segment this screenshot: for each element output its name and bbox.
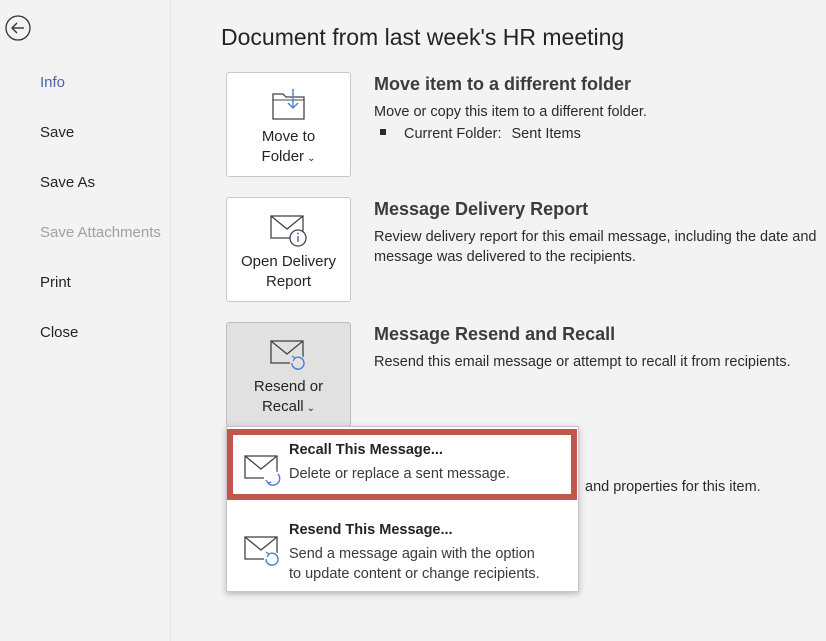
delivery-report-icon	[270, 215, 307, 247]
resend-or-recall-label: Resend or Recall ⌄	[253, 378, 324, 415]
chevron-down-icon: ⌄	[307, 153, 316, 164]
move-to-folder-button[interactable]: Move to Folder ⌄	[226, 72, 351, 177]
resend-message-item[interactable]: Resend This Message... Send a message ag…	[227, 507, 578, 591]
resend-description: Resend this email message or attempt to …	[374, 354, 791, 370]
resend-message-title: Resend This Message...	[289, 522, 453, 538]
resend-icon	[244, 536, 280, 567]
back-arrow-icon[interactable]	[5, 15, 31, 41]
open-delivery-report-button[interactable]: Open Delivery Report	[226, 197, 351, 302]
current-folder-line: Current Folder: Sent Items	[380, 126, 581, 142]
recall-message-item[interactable]: Recall This Message... Delete or replace…	[227, 427, 578, 505]
move-to-folder-label: Move to Folder ⌄	[261, 128, 316, 165]
recall-message-desc: Delete or replace a sent message.	[289, 466, 510, 482]
move-folder-icon	[272, 89, 305, 120]
sidebar-item-close[interactable]: Close	[40, 324, 78, 341]
resend-recall-menu: Recall This Message... Delete or replace…	[226, 426, 579, 592]
backstage-sidebar: Info Save Save As Save Attachments Print…	[0, 0, 171, 641]
sidebar-item-print[interactable]: Print	[40, 274, 71, 291]
chevron-down-icon: ⌄	[306, 403, 316, 414]
sidebar-item-save-attachments: Save Attachments	[40, 224, 161, 241]
recall-icon	[244, 455, 281, 486]
recall-message-title: Recall This Message...	[289, 442, 443, 458]
resend-recall-icon	[270, 340, 306, 371]
move-description: Move or copy this item to a different fo…	[374, 104, 647, 120]
page-title: Document from last week's HR meeting	[221, 24, 625, 50]
properties-text: and properties for this item.	[585, 479, 761, 495]
move-heading: Move item to a different folder	[374, 74, 632, 94]
resend-heading: Message Resend and Recall	[374, 324, 616, 344]
sidebar-item-save[interactable]: Save	[40, 124, 74, 141]
bullet-icon	[380, 129, 386, 136]
delivery-description: Review delivery report for this email me…	[374, 229, 817, 265]
delivery-heading: Message Delivery Report	[374, 199, 589, 219]
sidebar-item-info[interactable]: Info	[40, 74, 65, 91]
open-delivery-report-label: Open Delivery Report	[240, 253, 337, 290]
resend-or-recall-button[interactable]: Resend or Recall ⌄	[226, 322, 351, 427]
resend-message-desc: Send a message again with the option to …	[289, 546, 540, 582]
sidebar-item-save-as[interactable]: Save As	[40, 174, 95, 191]
